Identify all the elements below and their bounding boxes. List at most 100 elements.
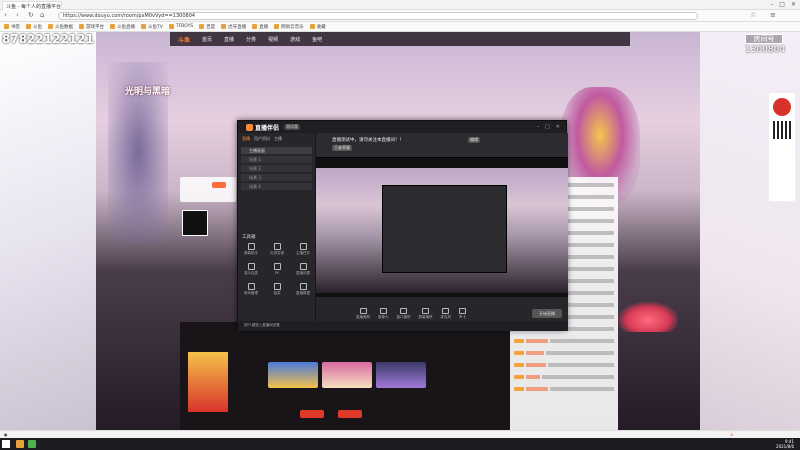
browser-status-bar: ● ⊙: [0, 430, 800, 438]
minimize-icon[interactable]: –: [537, 124, 540, 130]
windows-start-icon[interactable]: [2, 440, 10, 448]
bookmark-item[interactable]: 虎牙直播: [221, 24, 246, 30]
source-screen[interactable]: 屏幕捕获: [419, 308, 433, 320]
maximize-icon[interactable]: □: [779, 1, 785, 8]
avatar[interactable]: [182, 210, 208, 236]
address-bar[interactable]: https://www.douyu.com/room/pxM0vVyd==130…: [58, 12, 698, 20]
users-icon: [247, 263, 255, 270]
menu-icon[interactable]: ≡: [770, 11, 776, 19]
site-header: 斗鱼 首页 直播 分类 视频 游戏 鱼吧: [170, 32, 630, 46]
recharge-button[interactable]: [338, 410, 362, 418]
nav-item[interactable]: 分类: [246, 36, 256, 43]
stream-preview[interactable]: [316, 157, 568, 297]
source-window[interactable]: 窗口捕获: [397, 308, 411, 320]
nested-app-preview: [382, 185, 507, 273]
bookmark-item[interactable]: TFBOYS: [168, 24, 193, 29]
tab-streamer[interactable]: 主播: [274, 136, 282, 142]
download-icon[interactable]: ⊙: [730, 432, 733, 437]
reload-icon[interactable]: ↻: [28, 11, 34, 19]
browser-tab[interactable]: 斗鱼 - 每个人的直播平台: [2, 1, 62, 10]
bookmark-icon: [199, 24, 205, 29]
tool-danmaku[interactable]: 弹幕助手: [238, 243, 264, 256]
sidebar-tabs: 直播 用户资料 主播: [238, 133, 315, 145]
bookmark-item[interactable]: 斗鱼直播: [110, 24, 135, 30]
source-soundcard[interactable]: 声卡: [459, 308, 466, 320]
tool-room-manage[interactable]: 房间管理: [238, 283, 264, 296]
tool-tasks[interactable]: 主播任务: [290, 243, 316, 256]
nav-item[interactable]: 直播: [224, 36, 234, 43]
source-mic[interactable]: 麦克风: [441, 308, 451, 320]
maximize-icon[interactable]: □: [545, 124, 550, 130]
bookmark-item[interactable]: 斗鱼TV: [141, 24, 163, 30]
beauty-icon: [359, 308, 367, 314]
forward-icon[interactable]: ›: [16, 11, 19, 19]
source-beauty[interactable]: 直播美颜: [356, 308, 370, 320]
gift-thumbnail[interactable]: [376, 362, 426, 388]
bookmark-item[interactable]: 书签: [4, 24, 20, 30]
streaming-app-window: 直播伴侣 测试版 – □ ✕ 直播 用户资料 主播 主播画面 场景 1 场景 2…: [237, 120, 568, 331]
bookmark-item[interactable]: 网易云音乐: [274, 24, 304, 30]
version-badge: 测试版: [284, 124, 300, 130]
tool-pk[interactable]: PK: [264, 263, 290, 276]
bookmark-icon: [26, 24, 31, 29]
send-gift-button[interactable]: [300, 410, 324, 418]
app-download-icon[interactable]: [773, 98, 791, 116]
stream-title[interactable]: 直播测试中，请勿关注本直播间！！: [332, 137, 404, 143]
close-icon[interactable]: ✕: [791, 1, 796, 8]
tool-lottery[interactable]: 抽奖: [264, 283, 290, 296]
speaker-icon: [459, 308, 466, 314]
system-clock: 9:41 2021/8/6: [776, 439, 794, 449]
lotus-decoration: [618, 302, 678, 332]
task-icon: [299, 243, 307, 250]
source-camera[interactable]: 摄像头: [378, 308, 389, 320]
browser-icon[interactable]: [28, 440, 36, 448]
edit-title-button[interactable]: 编辑: [468, 137, 480, 143]
gift-thumbnail[interactable]: [322, 362, 372, 388]
nav-item[interactable]: 游戏: [290, 36, 300, 43]
chat-message: [514, 384, 614, 393]
bookmark-item[interactable]: 百度: [199, 24, 215, 30]
back-icon[interactable]: ‹: [4, 11, 7, 19]
follow-button[interactable]: [212, 182, 226, 188]
site-logo[interactable]: 斗鱼: [178, 35, 190, 44]
pk-icon: [273, 263, 281, 270]
scene-item[interactable]: 场景 2: [241, 165, 312, 172]
bookmark-item[interactable]: 游戏平台: [79, 24, 104, 30]
file-explorer-icon[interactable]: [16, 440, 24, 448]
gear-icon: [299, 263, 307, 270]
tool-gift-thanks[interactable]: 礼物答谢: [264, 243, 290, 256]
bookmark-item[interactable]: 斗鱼数据: [48, 24, 73, 30]
tool-settings[interactable]: 直播设置: [290, 263, 316, 276]
home-icon[interactable]: ⌂: [40, 11, 44, 19]
scene-item[interactable]: 场景 1: [241, 156, 312, 163]
chart-icon: [299, 283, 307, 290]
chat-message: [514, 372, 614, 381]
taskbar: 9:41 2021/8/6: [0, 438, 800, 450]
start-live-button[interactable]: 开始直播: [532, 309, 562, 318]
bookmark-icon: [168, 24, 174, 29]
scene-item[interactable]: 场景 3: [241, 174, 312, 181]
tool-data[interactable]: 直播数据: [290, 283, 316, 296]
shield-icon: [246, 124, 253, 131]
bookmark-item[interactable]: 直播: [252, 24, 268, 30]
bookmark-item[interactable]: 斗鱼: [26, 24, 42, 30]
bookmark-icon: [79, 24, 84, 29]
close-icon[interactable]: ✕: [556, 124, 560, 130]
scene-item[interactable]: 主播画面: [241, 147, 312, 154]
tab-profile[interactable]: 用户资料: [254, 136, 270, 142]
tab-live[interactable]: 直播: [242, 136, 250, 142]
gift-thumbnail[interactable]: [268, 362, 318, 388]
qr-code-icon: [773, 121, 791, 139]
bookmark-item[interactable]: 收藏: [309, 24, 326, 30]
category-chip[interactable]: 王者荣耀: [332, 145, 352, 151]
star-icon[interactable]: ☆: [750, 11, 756, 19]
nav-item[interactable]: 视频: [268, 36, 278, 43]
scene-item[interactable]: 场景 4: [241, 183, 312, 190]
minimize-icon[interactable]: –: [770, 1, 773, 8]
nav-item[interactable]: 首页: [202, 36, 212, 43]
nav-item[interactable]: 鱼吧: [312, 36, 322, 43]
screen-icon: [422, 308, 429, 314]
promo-banner[interactable]: [188, 352, 228, 412]
tool-link-mic[interactable]: 观众连麦: [238, 263, 264, 276]
chat-message: [514, 336, 614, 345]
